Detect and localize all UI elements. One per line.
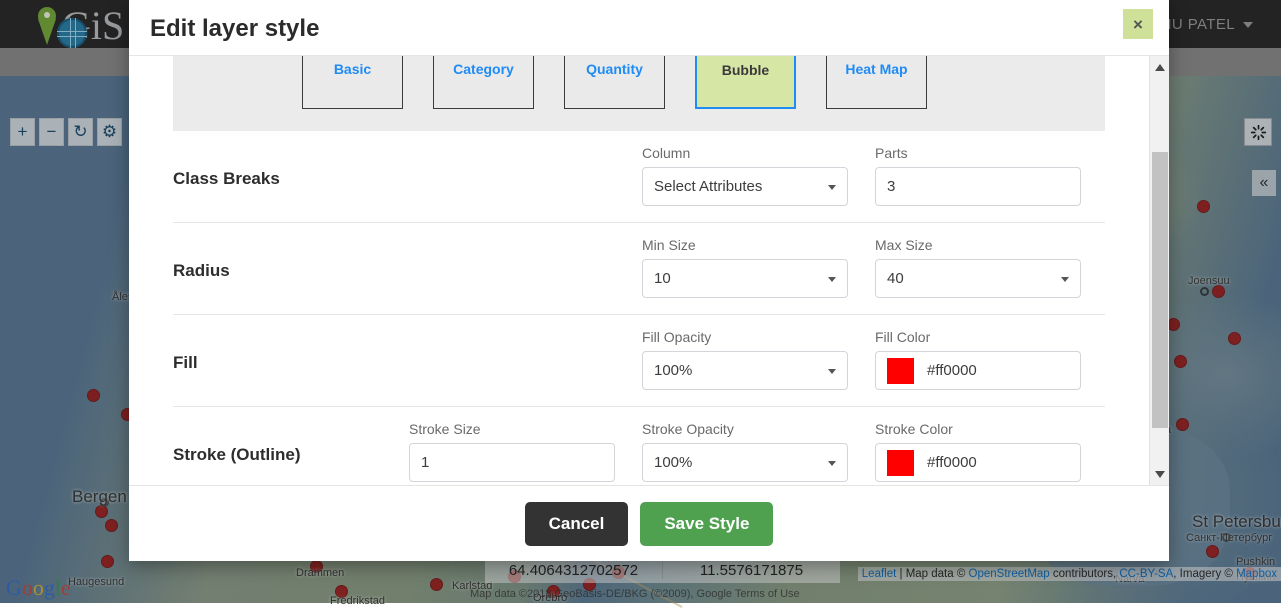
select-column[interactable]: Select Attributes	[642, 167, 848, 206]
field-stroke-size: Stroke Size 1	[409, 421, 615, 482]
field-fill-color: Fill Color #ff0000	[875, 329, 1081, 390]
form-row-label: Stroke (Outline)	[173, 445, 409, 482]
field-label: Fill Opacity	[642, 329, 848, 345]
edit-layer-style-dialog: Edit layer style × Basic Category Quantity…	[129, 0, 1169, 561]
field-label: Column	[642, 145, 848, 161]
field-label: Parts	[875, 145, 1081, 161]
form-row-label: Fill	[173, 353, 409, 390]
text-input-parts[interactable]: 3	[875, 167, 1081, 206]
form-row: Class Breaks Column Select Attributes Parts…	[173, 131, 1105, 222]
style-tab-heat-map[interactable]: Heat Map	[826, 56, 927, 109]
triangle-up-icon	[1155, 64, 1165, 71]
field-max-size: Max Size 40	[875, 237, 1081, 298]
color-input-fill-color[interactable]: #ff0000	[875, 351, 1081, 390]
field-stroke-opacity: Stroke Opacity 100%	[642, 421, 848, 482]
field-value: 3	[887, 178, 895, 195]
field-label: Max Size	[875, 237, 1081, 253]
triangle-down-icon	[1155, 471, 1165, 478]
color-swatch[interactable]	[887, 358, 914, 384]
dialog-body: Basic Category Quantity Bubble Heat Map Clas…	[129, 56, 1169, 485]
select-min-size[interactable]: 10	[642, 259, 848, 298]
style-tab-label: Basic	[334, 61, 371, 77]
scroll-up-button[interactable]	[1150, 58, 1169, 76]
select-fill-opacity[interactable]: 100%	[642, 351, 848, 390]
style-tab-bubble[interactable]: Bubble	[695, 56, 796, 109]
style-tab-quantity[interactable]: Quantity	[564, 56, 665, 109]
close-icon[interactable]: ×	[1123, 9, 1153, 39]
form-row: Stroke (Outline)Stroke Size 1 Stroke Opaci…	[173, 406, 1105, 485]
field-value: Select Attributes	[654, 178, 762, 195]
field-value: 10	[654, 270, 671, 287]
text-input-stroke-size[interactable]: 1	[409, 443, 615, 482]
style-tab-label: Quantity	[586, 61, 643, 77]
scroll-down-button[interactable]	[1150, 465, 1169, 483]
color-input-stroke-color[interactable]: #ff0000	[875, 443, 1081, 482]
form-row-label: Class Breaks	[173, 169, 409, 206]
dialog-footer: Cancel Save Style	[129, 485, 1169, 561]
select-stroke-opacity[interactable]: 100%	[642, 443, 848, 482]
field-stroke-color: Stroke Color #ff0000	[875, 421, 1081, 482]
field-value: 100%	[654, 454, 692, 471]
field-label: Stroke Opacity	[642, 421, 848, 437]
style-tab-label: Category	[453, 61, 514, 77]
field-parts: Parts 3	[875, 145, 1081, 206]
save-style-button[interactable]: Save Style	[640, 502, 773, 546]
field-value: 1	[421, 454, 429, 471]
style-tab-category[interactable]: Category	[433, 56, 534, 109]
field-value: 40	[887, 270, 904, 287]
form-row-label: Radius	[173, 261, 409, 298]
style-tabs: Basic Category Quantity Bubble Heat Map	[173, 56, 1105, 109]
field-label: Min Size	[642, 237, 848, 253]
style-tab-label: Bubble	[722, 62, 769, 78]
color-swatch[interactable]	[887, 450, 914, 476]
field-fill-opacity: Fill Opacity 100%	[642, 329, 848, 390]
field-value: #ff0000	[927, 362, 977, 379]
form-row: Radius Min Size 10 Max Size 40	[173, 222, 1105, 314]
dialog-header: Edit layer style ×	[129, 0, 1169, 56]
field-label: Fill Color	[875, 329, 1081, 345]
style-form: Class Breaks Column Select Attributes Parts…	[129, 131, 1149, 485]
dialog-title: Edit layer style	[150, 15, 319, 43]
form-row: Fill Fill Opacity 100% Fill Color #ff0000	[173, 314, 1105, 406]
dialog-scrollbar[interactable]	[1149, 56, 1169, 485]
field-value: #ff0000	[927, 454, 977, 471]
style-tab-basic[interactable]: Basic	[302, 56, 403, 109]
field-label: Stroke Size	[409, 421, 615, 437]
style-tab-label: Heat Map	[845, 61, 907, 77]
field-label: Stroke Color	[875, 421, 1081, 437]
cancel-button[interactable]: Cancel	[525, 502, 629, 546]
style-tab-strip: Basic Category Quantity Bubble Heat Map	[173, 56, 1105, 131]
field-value: 100%	[654, 362, 692, 379]
field-min-size: Min Size 10	[642, 237, 848, 298]
field-column: Column Select Attributes	[642, 145, 848, 206]
select-max-size[interactable]: 40	[875, 259, 1081, 298]
scrollbar-thumb[interactable]	[1152, 152, 1168, 428]
